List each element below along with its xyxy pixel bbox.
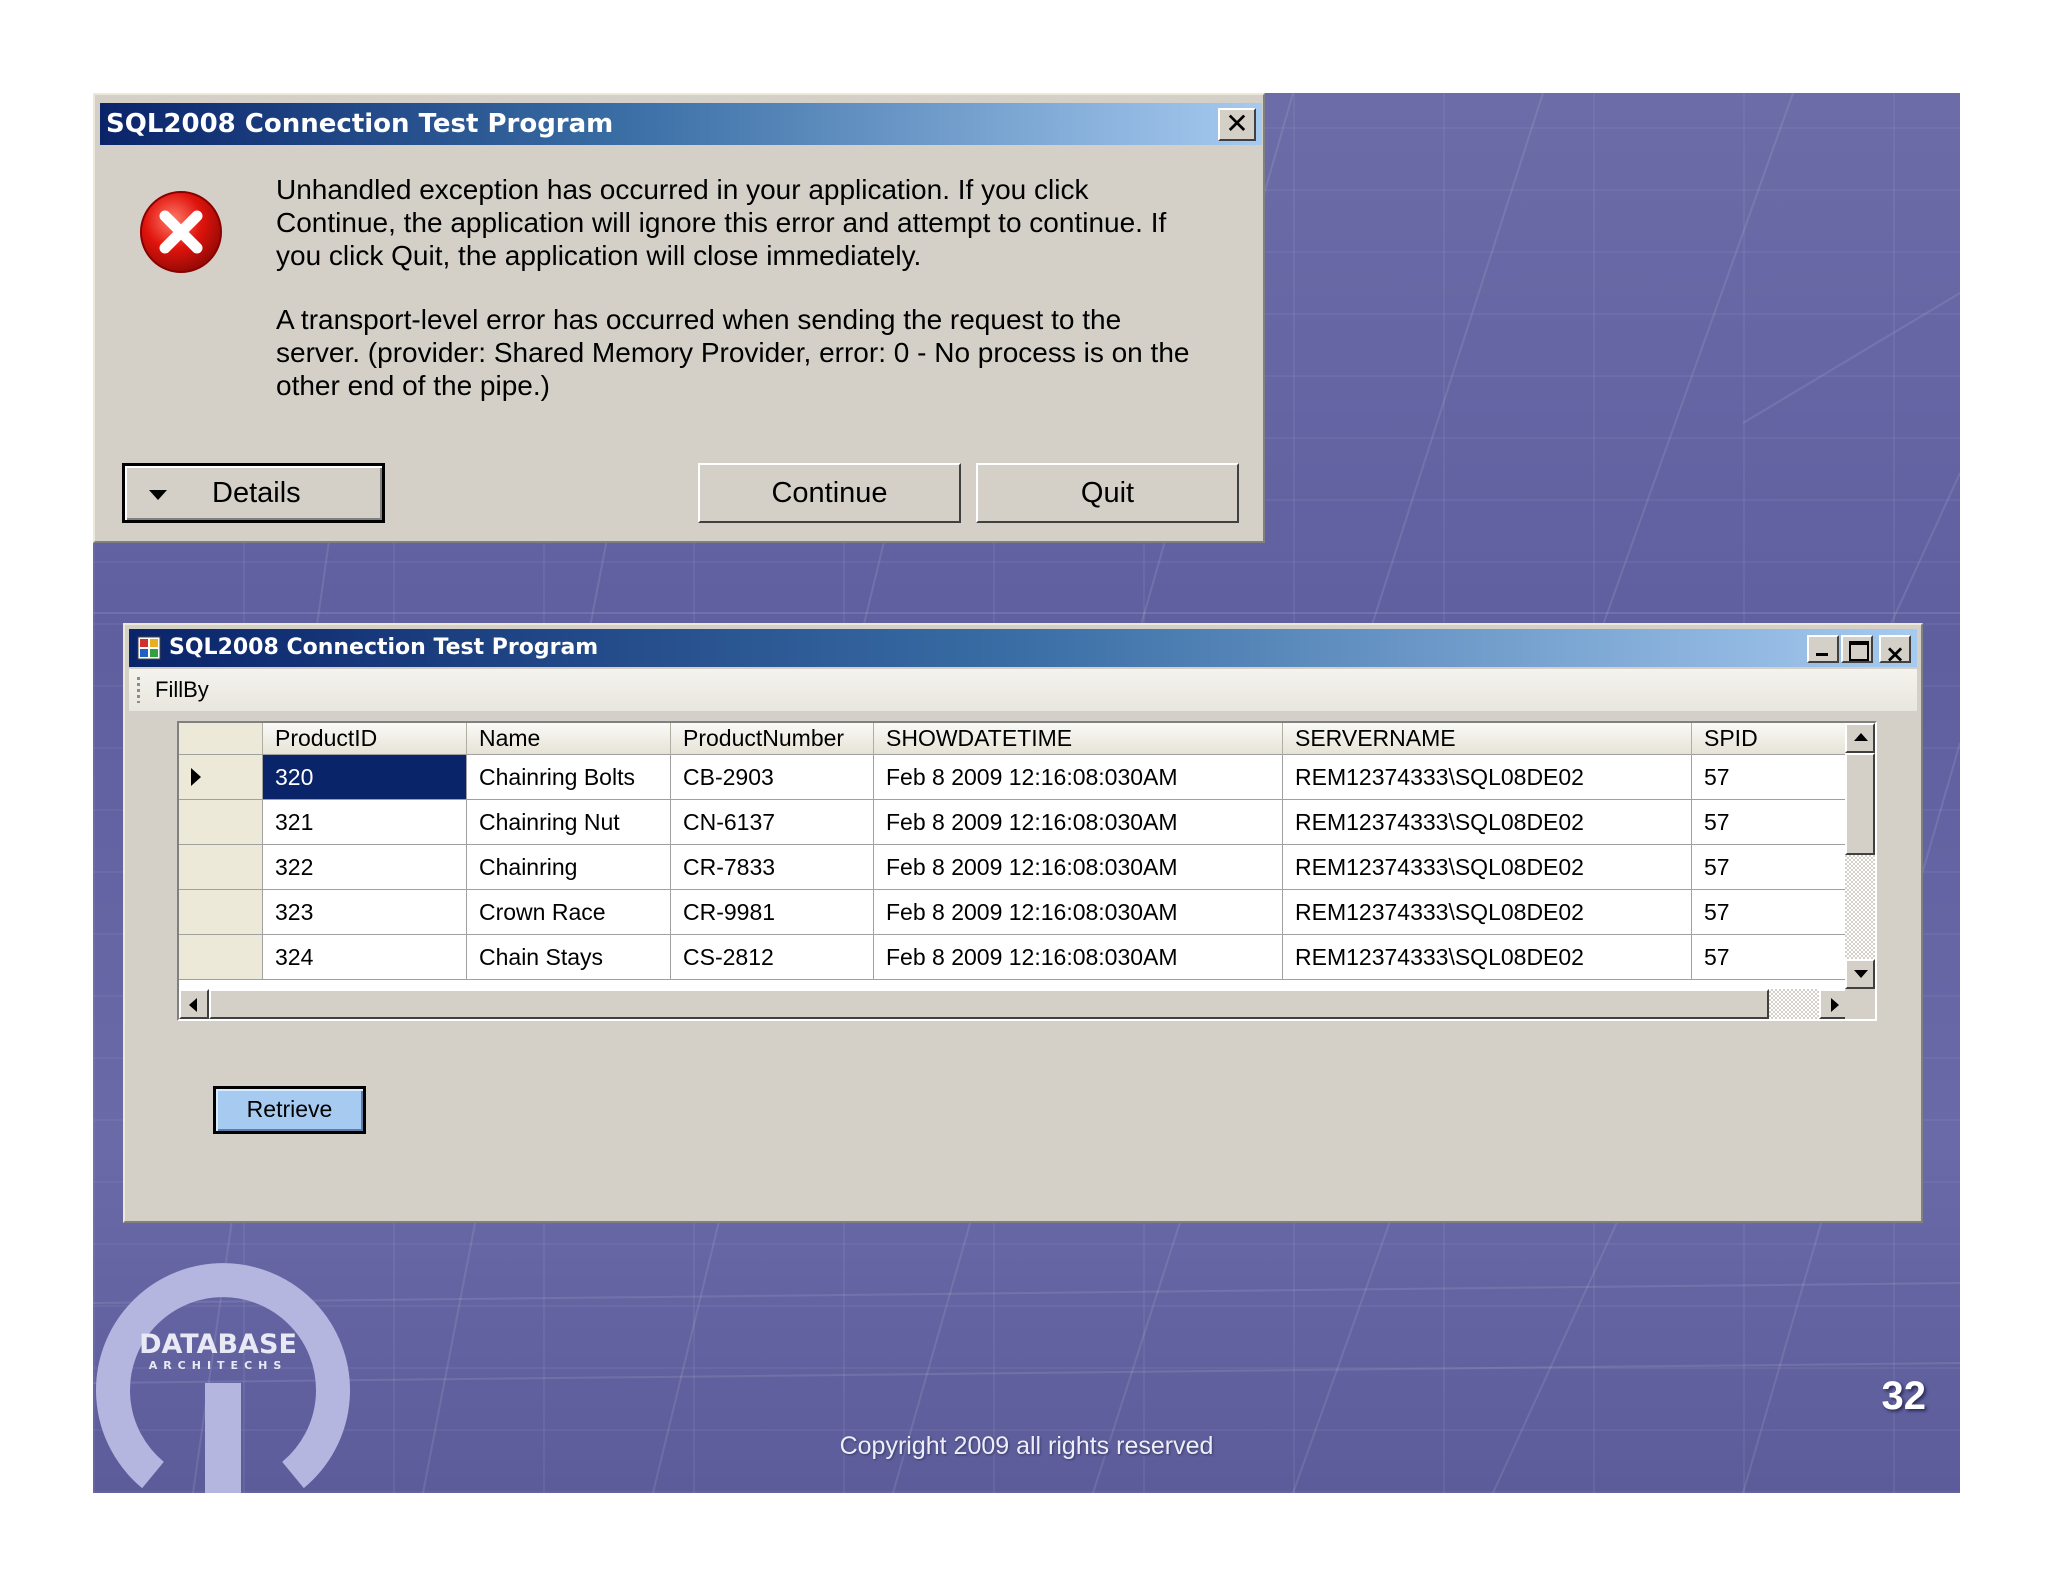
scrollbar-corner [1845,989,1875,1019]
table-row[interactable]: 321 Chainring Nut CN-6137 Feb 8 2009 12:… [179,800,1849,845]
table-cell[interactable]: Feb 8 2009 12:16:08:030AM [874,890,1283,935]
minimize-icon[interactable] [1807,635,1839,663]
table-cell[interactable]: REM12374333\SQL08DE02 [1283,845,1692,890]
table-cell[interactable]: 57 [1692,800,1849,845]
table-cell[interactable]: Feb 8 2009 12:16:08:030AM [874,800,1283,845]
table-cell[interactable]: Chainring [467,845,671,890]
error-dialog-titlebar[interactable]: SQL2008 Connection Test Program ✕ [100,103,1262,145]
app-title: SQL2008 Connection Test Program [169,635,599,660]
arrow-down-icon [1854,970,1868,978]
menu-item-fillby[interactable]: FillBy [155,677,209,703]
close-icon[interactable]: ✕ [1218,108,1256,141]
retrieve-button[interactable]: Retrieve [213,1086,366,1134]
table-cell[interactable]: CS-2812 [671,935,874,980]
table-cell[interactable]: CN-6137 [671,800,874,845]
column-header-showdatetime[interactable]: SHOWDATETIME [874,723,1283,755]
app-window: SQL2008 Connection Test Program × FillBy… [123,623,1923,1223]
close-icon[interactable]: × [1879,635,1911,668]
slide: SQL2008 Connection Test Program ✕ Unhand… [93,93,1960,1493]
error-message-detail: A transport-level error has occurred whe… [276,304,1190,401]
table-cell[interactable]: 57 [1692,890,1849,935]
error-message-primary: Unhandled exception has occurred in your… [276,174,1167,271]
table-row[interactable]: 324 Chain Stays CS-2812 Feb 8 2009 12:16… [179,935,1849,980]
table-cell[interactable]: 57 [1692,845,1849,890]
table-cell[interactable]: REM12374333\SQL08DE02 [1283,935,1692,980]
row-header[interactable] [179,845,263,890]
scroll-left-button[interactable] [179,989,209,1019]
vertical-scroll-thumb[interactable] [1845,753,1875,855]
row-header[interactable] [179,755,263,800]
table-cell[interactable]: Chain Stays [467,935,671,980]
table-row[interactable]: 323 Crown Race CR-9981 Feb 8 2009 12:16:… [179,890,1849,935]
scroll-up-button[interactable] [1845,723,1875,753]
details-button[interactable]: Details [122,463,385,523]
chevron-down-icon [149,490,167,500]
table-cell[interactable]: 324 [263,935,467,980]
quit-button[interactable]: Quit [976,463,1239,523]
table-cell[interactable]: 321 [263,800,467,845]
menu-bar: FillBy [129,669,1917,711]
table-cell[interactable]: CR-7833 [671,845,874,890]
logo-text: DATABASE [139,1329,297,1360]
table-cell[interactable]: Chainring Bolts [467,755,671,800]
table-row[interactable]: 320 Chainring Bolts CB-2903 Feb 8 2009 1… [179,755,1849,800]
table-cell[interactable]: Feb 8 2009 12:16:08:030AM [874,935,1283,980]
copyright-notice: Copyright 2009 all rights reserved [839,1432,1214,1460]
page-number: 32 [1881,1374,1927,1418]
app-icon [137,636,161,660]
horizontal-scroll-thumb[interactable] [209,989,1769,1019]
table-cell[interactable]: 320 [263,755,467,800]
error-icon [140,191,222,273]
table-cell[interactable]: 57 [1692,755,1849,800]
table-cell[interactable]: Feb 8 2009 12:16:08:030AM [874,845,1283,890]
table-cell[interactable]: CB-2903 [671,755,874,800]
table-cell[interactable]: REM12374333\SQL08DE02 [1283,800,1692,845]
arrow-up-icon [1854,733,1868,741]
app-titlebar[interactable]: SQL2008 Connection Test Program × [129,629,1917,668]
row-header[interactable] [179,800,263,845]
details-button-label: Details [212,477,301,509]
current-row-icon [191,768,201,786]
horizontal-scrollbar[interactable] [179,989,1849,1019]
arrow-left-icon [189,998,197,1012]
grid-corner-header[interactable] [179,723,263,755]
column-header-spid[interactable]: SPID [1692,723,1849,755]
arrow-right-icon [1831,998,1839,1012]
logo-subtext: ARCHITECHS [148,1359,288,1372]
column-header-name[interactable]: Name [467,723,671,755]
table-cell[interactable]: REM12374333\SQL08DE02 [1283,890,1692,935]
table-cell[interactable]: 323 [263,890,467,935]
table-cell[interactable]: CR-9981 [671,890,874,935]
row-header[interactable] [179,935,263,980]
row-header[interactable] [179,890,263,935]
scroll-down-button[interactable] [1845,959,1875,989]
error-dialog-title: SQL2008 Connection Test Program [106,109,614,139]
data-grid-viewport: ProductID Name ProductNumber SHOWDATETIM… [179,723,1849,989]
vertical-scrollbar[interactable] [1845,723,1875,989]
column-header-productnumber[interactable]: ProductNumber [671,723,874,755]
table-cell[interactable]: Chainring Nut [467,800,671,845]
table-cell[interactable]: REM12374333\SQL08DE02 [1283,755,1692,800]
column-header-productid[interactable]: ProductID [263,723,467,755]
table-cell[interactable]: 322 [263,845,467,890]
column-header-servername[interactable]: SERVERNAME [1283,723,1692,755]
continue-button[interactable]: Continue [698,463,961,523]
error-dialog: SQL2008 Connection Test Program ✕ Unhand… [93,93,1265,543]
toolstrip-grip-icon[interactable] [137,677,140,703]
table-cell[interactable]: Crown Race [467,890,671,935]
table-cell[interactable]: 57 [1692,935,1849,980]
table-row[interactable]: 322 Chainring CR-7833 Feb 8 2009 12:16:0… [179,845,1849,890]
grid-header-row: ProductID Name ProductNumber SHOWDATETIM… [179,723,1849,755]
table-cell[interactable]: Feb 8 2009 12:16:08:030AM [874,755,1283,800]
data-grid[interactable]: ProductID Name ProductNumber SHOWDATETIM… [177,721,1877,1021]
maximize-icon[interactable] [1841,635,1873,663]
